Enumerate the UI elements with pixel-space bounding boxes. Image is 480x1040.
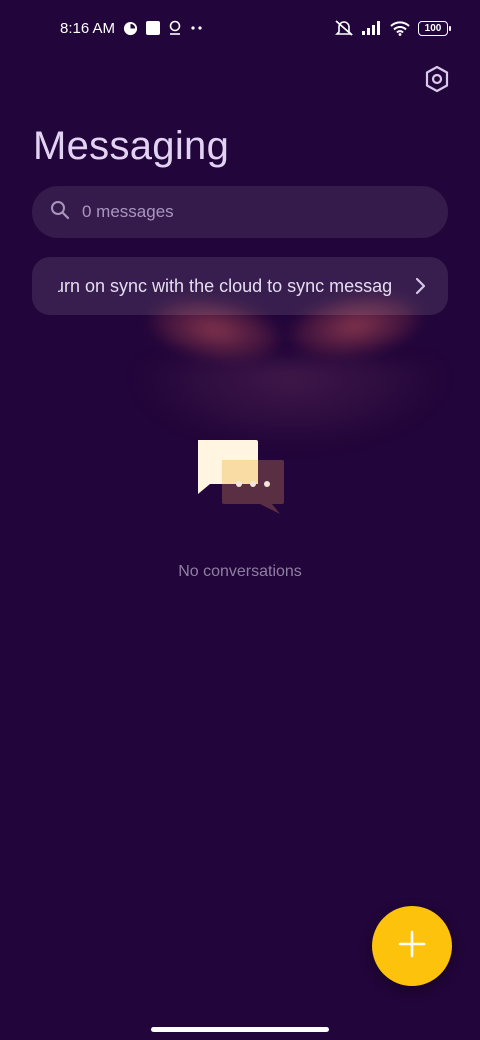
settings-hex-icon <box>424 65 450 98</box>
search-icon <box>50 200 70 225</box>
mute-vibrate-icon <box>334 19 354 37</box>
wifi-icon <box>390 20 410 36</box>
battery-icon: 100 <box>418 20 451 36</box>
sync-banner-text: urn on sync with the cloud to sync messa… <box>58 275 393 296</box>
search-placeholder: 0 messages <box>82 202 174 221</box>
chevron-right-icon <box>414 277 426 295</box>
chat-bubbles-icon <box>196 438 286 518</box>
signal-icon <box>362 21 382 35</box>
wallpaper-mouth <box>130 360 450 450</box>
page-title: Messaging <box>33 124 230 168</box>
cloud-sync-banner[interactable]: urn on sync with the cloud to sync messa… <box>32 257 448 315</box>
settings-button[interactable] <box>420 64 454 98</box>
location-pin-icon <box>168 20 182 36</box>
square-icon <box>146 21 161 35</box>
status-time: 8:16 AM <box>60 19 116 37</box>
search-bar[interactable]: 0 messages <box>32 186 448 238</box>
home-indicator[interactable] <box>151 1027 329 1032</box>
more-dots-icon <box>190 25 204 31</box>
notification-app-icon <box>123 21 138 36</box>
status-bar: 8:16 AM 100 <box>0 0 480 56</box>
new-conversation-button[interactable] <box>372 906 452 986</box>
plus-icon <box>397 929 427 964</box>
empty-state-text: No conversations <box>178 563 302 580</box>
